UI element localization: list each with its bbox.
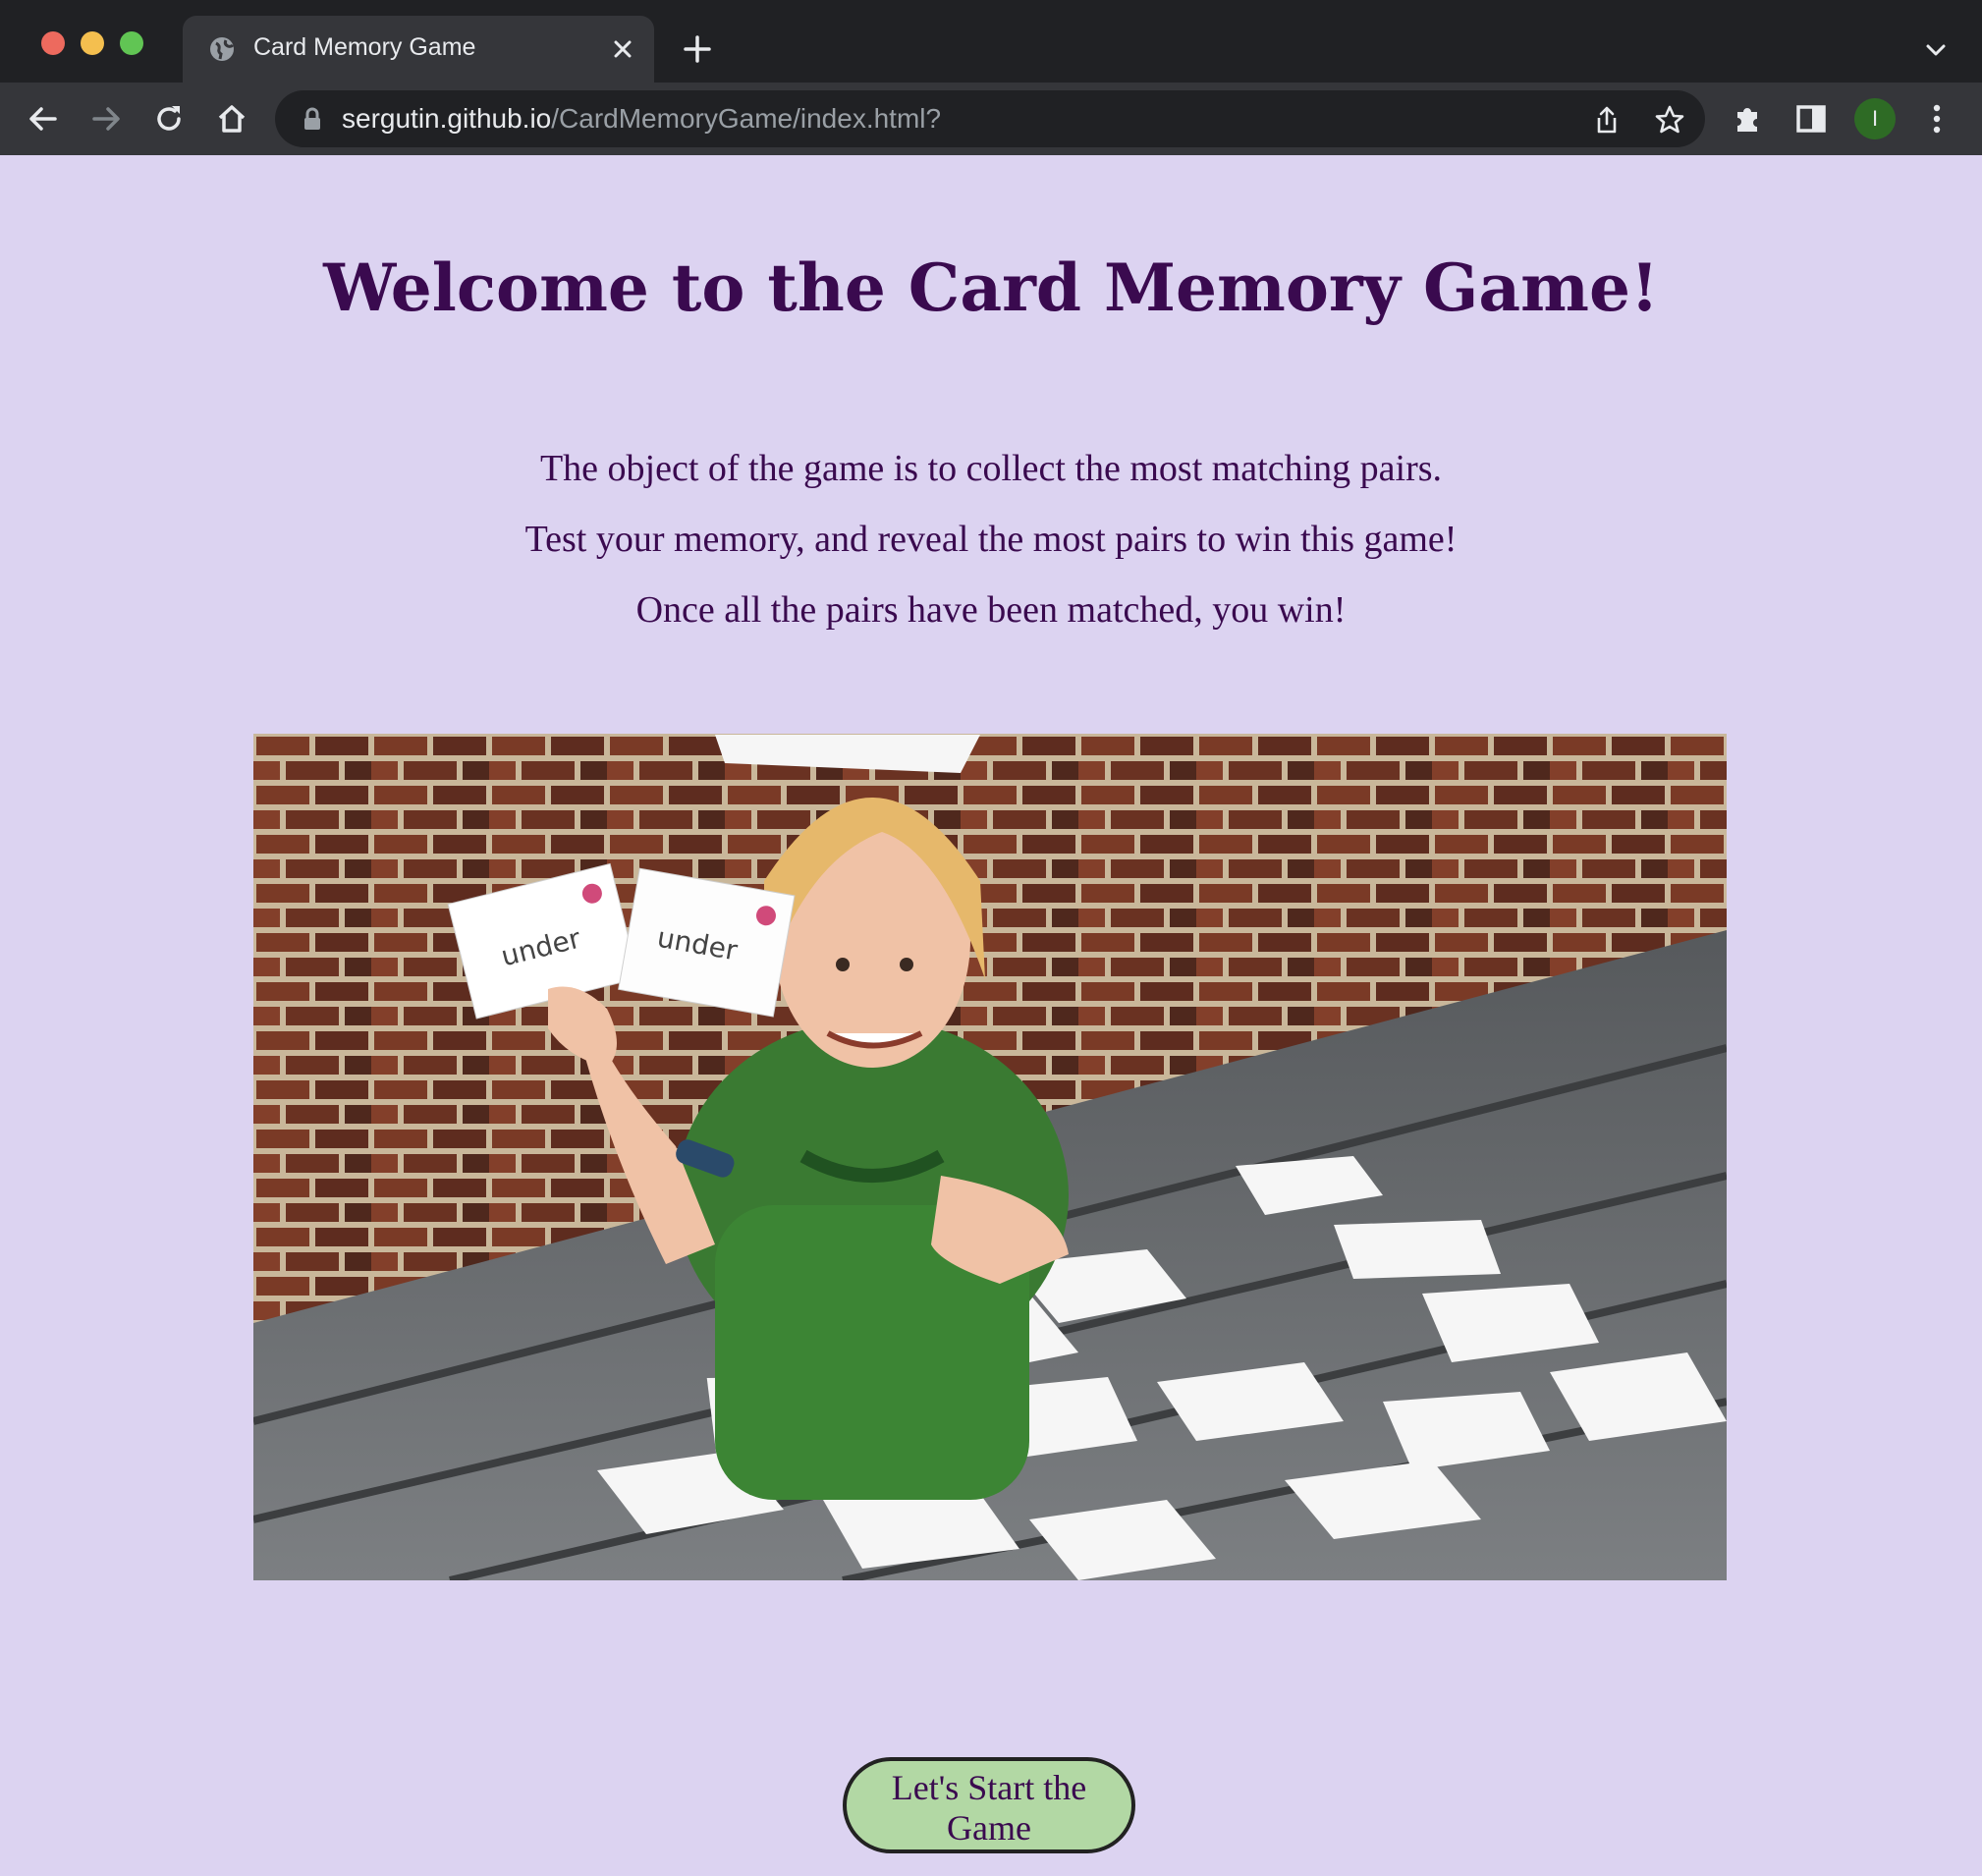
browser-chrome: Card Memory Game sergutin.github.io/Card… (0, 0, 1982, 155)
tab-title: Card Memory Game (253, 33, 476, 61)
url-path: /CardMemoryGame/index.html? (551, 103, 942, 134)
lock-icon[interactable] (303, 107, 322, 131)
more-vert-icon[interactable] (1920, 102, 1954, 136)
reload-icon[interactable] (152, 102, 186, 136)
plus-icon[interactable] (682, 33, 713, 65)
tab-card-memory-game[interactable]: Card Memory Game (183, 16, 654, 83)
intro-line: Once all the pairs have been matched, yo… (635, 589, 1347, 631)
side-panel-icon[interactable] (1794, 102, 1828, 136)
page-title: Welcome to the Card Memory Game! (323, 249, 1659, 326)
hero-photo: under under (253, 734, 1727, 1580)
start-game-button[interactable]: Let's Start the Game (843, 1757, 1135, 1853)
tab-strip: Card Memory Game (0, 0, 1982, 83)
intro-line: Test your memory, and reveal the most pa… (524, 519, 1458, 560)
home-icon[interactable] (215, 102, 248, 136)
window-zoom-button[interactable] (120, 31, 143, 55)
window-minimize-button[interactable] (81, 31, 104, 55)
address-bar[interactable]: sergutin.github.io/CardMemoryGame/index.… (275, 90, 1705, 147)
page-content: Welcome to the Card Memory Game! The obj… (0, 155, 1982, 1876)
intro-text: The object of the game is to collect the… (0, 433, 1982, 645)
window-close-button[interactable] (41, 31, 65, 55)
url-host: sergutin.github.io (342, 103, 552, 134)
star-icon[interactable] (1654, 104, 1685, 136)
close-icon[interactable] (609, 35, 636, 63)
share-icon[interactable] (1591, 104, 1623, 136)
forward-arrow-icon[interactable] (89, 102, 123, 136)
back-arrow-icon[interactable] (27, 102, 60, 136)
intro-line: The object of the game is to collect the… (539, 448, 1443, 489)
chevron-down-icon[interactable] (1923, 37, 1949, 63)
browser-toolbar: sergutin.github.io/CardMemoryGame/index.… (0, 83, 1982, 155)
profile-avatar[interactable]: I (1854, 98, 1896, 139)
url-text[interactable]: sergutin.github.io/CardMemoryGame/index.… (342, 103, 941, 135)
globe-icon (210, 37, 235, 61)
extensions-puzzle-icon[interactable] (1732, 102, 1765, 136)
